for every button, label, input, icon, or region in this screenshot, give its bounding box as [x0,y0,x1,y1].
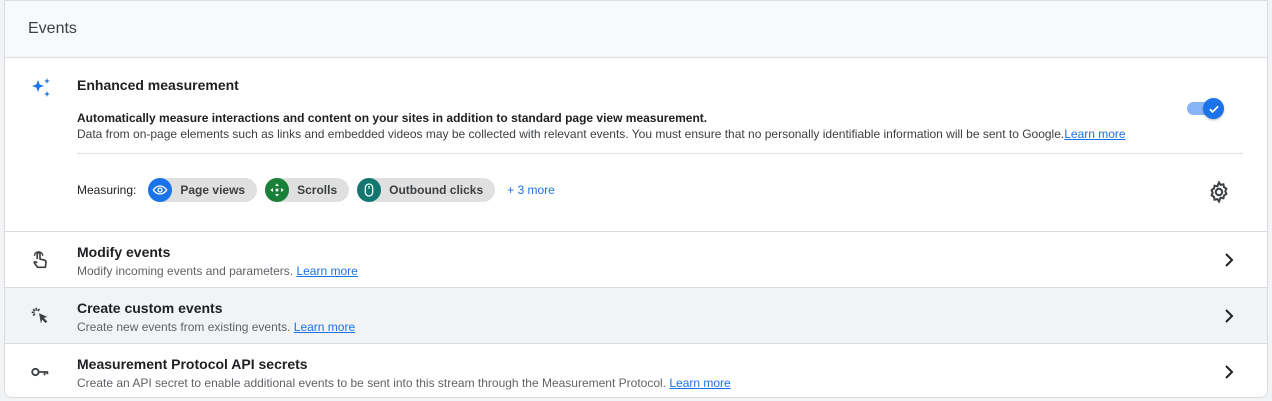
chip-label: Outbound clicks [389,183,484,197]
enhanced-measurement-title: Enhanced measurement [77,77,239,93]
row-title: Create custom events [77,300,223,316]
enhanced-measurement-section: Enhanced measurement Automatically measu… [5,58,1267,232]
row-title: Measurement Protocol API secrets [77,356,308,372]
learn-more-link[interactable]: Learn more [294,320,355,334]
card-title: Events [28,20,77,37]
row-subtitle: Create an API secret to enable additiona… [77,376,731,390]
row-subtitle-text: Create an API secret to enable additiona… [77,376,667,390]
scroll-arrows-icon [265,178,290,202]
eye-icon [148,178,173,202]
toggle-knob [1203,98,1224,119]
disclaimer-text: Data from on-page elements such as links… [77,127,1065,141]
learn-more-link[interactable]: Learn more [296,264,357,278]
events-card: Events Enhanced measurement Automaticall… [4,0,1268,398]
key-icon [31,367,49,377]
more-measurements-link[interactable]: + 3 more [507,183,555,197]
enhanced-measurement-disclaimer: Data from on-page elements such as links… [77,127,1126,141]
row-subtitle: Create new events from existing events. … [77,320,355,334]
learn-more-link[interactable]: Learn more [1064,127,1125,141]
measurement-protocol-row[interactable]: Measurement Protocol API secrets Create … [5,344,1267,397]
enhanced-measurement-description: Automatically measure interactions and c… [77,111,708,125]
measuring-row: Measuring: Page views Scrolls Outbound c… [77,178,555,202]
chevron-right-icon [1225,365,1234,379]
mouse-icon [357,178,382,202]
divider [77,153,1243,154]
gear-icon[interactable] [1207,180,1231,204]
chevron-right-icon [1225,309,1234,323]
measuring-label: Measuring: [77,183,137,197]
row-title: Modify events [77,244,171,260]
learn-more-link[interactable]: Learn more [669,376,730,390]
chevron-right-icon [1225,253,1234,267]
create-custom-events-row[interactable]: Create custom events Create new events f… [5,288,1267,344]
sparkle-icon [32,78,50,97]
chip-outbound-clicks[interactable]: Outbound clicks [357,178,496,202]
chip-page-views[interactable]: Page views [148,178,258,202]
chip-scrolls[interactable]: Scrolls [265,178,350,202]
check-icon [1208,105,1219,113]
card-header: Events [5,1,1267,58]
click-cursor-icon [31,307,48,324]
enhanced-measurement-toggle[interactable] [1187,98,1225,119]
modify-events-row[interactable]: Modify events Modify incoming events and… [5,232,1267,288]
row-subtitle-text: Modify incoming events and parameters. [77,264,294,278]
row-subtitle-text: Create new events from existing events. [77,320,291,334]
touch-icon [33,251,47,269]
chip-label: Page views [180,183,246,197]
chip-label: Scrolls [297,183,338,197]
row-subtitle: Modify incoming events and parameters. L… [77,264,358,278]
